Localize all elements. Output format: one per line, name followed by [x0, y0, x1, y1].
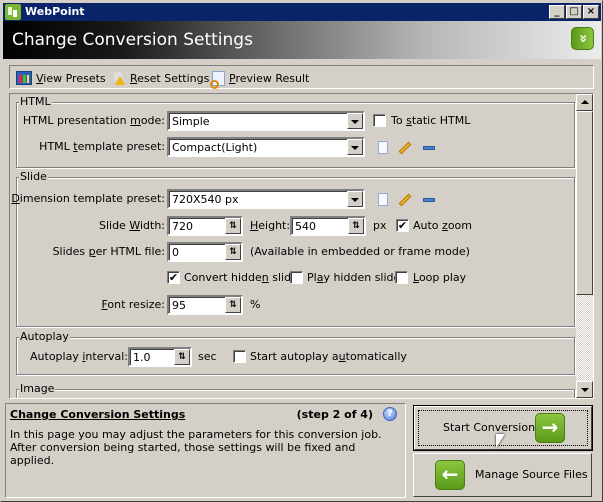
new-document-icon[interactable] [378, 141, 388, 154]
slides-per-file-value: 0 [172, 246, 179, 259]
manage-source-files-button[interactable]: ← Manage Source Files [413, 453, 592, 497]
new-document-icon[interactable] [378, 193, 388, 206]
presentation-mode-label: HTML presentation mode: [22, 114, 165, 127]
template-preset-label: HTML template preset: [39, 140, 165, 153]
font-resize-spinner[interactable]: 95 ⇅ [167, 295, 243, 315]
dropdown-arrow-icon[interactable] [347, 139, 363, 155]
font-resize-unit: % [250, 298, 261, 311]
start-autoplay-checkbox[interactable] [233, 350, 246, 363]
slides-per-file-note: (Available in embedded or frame mode) [250, 245, 470, 258]
dimension-preset-select[interactable]: 720X540 px [167, 189, 365, 209]
slides-per-file-spinner[interactable]: 0 ⇅ [167, 242, 243, 262]
manage-source-files-label: Manage Source Files [475, 468, 588, 481]
template-preset-select[interactable]: Compact(Light) [167, 137, 365, 157]
slide-group: Slide Dimension template preset: 720X540… [11, 170, 575, 327]
slide-width-spinner[interactable]: 720 ⇅ [167, 216, 243, 236]
settings-scroll-pane[interactable]: HTML HTML presentation mode: Simple To s… [9, 93, 594, 399]
html-group-legend: HTML [19, 95, 52, 108]
autoplay-group-legend: Autoplay [19, 330, 70, 343]
reset-warning-icon [110, 71, 126, 85]
scrollbar-thumb[interactable] [576, 111, 593, 295]
toolbar: View Presets Reset Settings Preview Resu… [9, 65, 594, 89]
webpoint-app-icon [5, 4, 21, 20]
slides-per-file-label: Slides per HTML file: [52, 245, 165, 258]
collapse-chevron-icon[interactable]: » [571, 27, 594, 50]
window-title: WebPoint [25, 5, 85, 18]
view-presets-button[interactable]: View Presets [16, 70, 106, 86]
spin-arrows-icon[interactable]: ⇅ [348, 218, 364, 234]
play-hidden-slides-label[interactable]: Play hidden slides [307, 271, 406, 284]
step-counter: (step 2 of 4) [296, 408, 373, 421]
height-label: Height: [250, 219, 291, 232]
auto-zoom-checkbox[interactable]: ✔ [396, 219, 409, 232]
play-hidden-slides-checkbox[interactable] [290, 271, 303, 284]
font-resize-value: 95 [172, 299, 186, 312]
title-bar[interactable]: WebPoint _ □ × [3, 3, 601, 21]
maximize-button[interactable]: □ [566, 5, 582, 19]
autoplay-group: Autoplay Autoplay interval: 1.0 ⇅ sec St… [16, 330, 575, 375]
height-unit: px [373, 219, 387, 232]
presentation-mode-value: Simple [172, 115, 210, 128]
scroll-down-arrow-icon[interactable] [576, 381, 593, 398]
arrow-left-icon: ← [435, 460, 465, 490]
convert-hidden-slides-checkbox[interactable]: ✔ [167, 271, 180, 284]
presentation-mode-select[interactable]: Simple [167, 111, 365, 131]
mouse-cursor-icon [496, 434, 505, 448]
spin-arrows-icon[interactable]: ⇅ [225, 297, 241, 313]
image-group: Image [16, 382, 575, 398]
autoplay-interval-unit: sec [198, 350, 217, 363]
auto-zoom-label[interactable]: Auto zoom [413, 219, 472, 232]
spin-arrows-icon[interactable]: ⇅ [225, 244, 241, 260]
template-preset-value: Compact(Light) [172, 141, 258, 154]
spin-arrows-icon[interactable]: ⇅ [174, 349, 190, 365]
pencil-edit-icon[interactable] [398, 193, 412, 207]
grid-icon [16, 71, 32, 85]
label: review Result [235, 71, 310, 85]
spin-arrows-icon[interactable]: ⇅ [225, 218, 241, 234]
font-resize-label: Font resize: [101, 298, 165, 311]
autoplay-interval-value: 1.0 [133, 351, 151, 364]
to-static-html-label[interactable]: To static HTML [391, 114, 470, 127]
reset-settings-button[interactable]: Reset Settings [110, 70, 209, 86]
html-group: HTML HTML presentation mode: Simple To s… [16, 95, 575, 168]
start-conversion-label: Start Conversion [443, 421, 536, 434]
pencil-edit-icon[interactable] [398, 141, 412, 155]
slide-width-label: Slide Width: [98, 219, 165, 232]
dropdown-arrow-icon[interactable] [347, 113, 363, 129]
dimension-preset-label: Dimension template preset: [11, 192, 165, 205]
loop-play-checkbox[interactable] [395, 271, 408, 284]
label: iew Presets [43, 71, 106, 85]
to-static-html-checkbox[interactable] [373, 114, 386, 127]
preview-icon [210, 70, 225, 89]
height-value: 540 [295, 220, 316, 233]
slide-width-value: 720 [172, 220, 193, 233]
page-header: Change Conversion Settings » [3, 21, 601, 59]
step-info-description: In this page you may adjust the paramete… [10, 428, 382, 467]
help-icon[interactable]: ? [383, 407, 397, 421]
height-spinner[interactable]: 540 ⇅ [290, 216, 366, 236]
loop-play-label[interactable]: Loop play [413, 271, 466, 284]
dropdown-arrow-icon[interactable] [347, 191, 363, 207]
close-button[interactable]: × [583, 5, 599, 19]
scroll-up-arrow-icon[interactable] [576, 94, 593, 111]
convert-hidden-slides-label[interactable]: Convert hidden slides [184, 271, 304, 284]
arrow-right-icon: → [535, 413, 565, 443]
image-group-legend: Image [19, 382, 56, 395]
remove-minus-icon[interactable] [423, 198, 435, 202]
start-autoplay-label[interactable]: Start autoplay automatically [250, 350, 407, 363]
app-window: WebPoint _ □ × Change Conversion Setting… [0, 0, 603, 502]
remove-minus-icon[interactable] [423, 146, 435, 150]
label: eset Settings [137, 71, 210, 85]
vertical-scrollbar[interactable] [576, 94, 593, 398]
step-info-panel: Change Conversion Settings (step 2 of 4)… [5, 403, 406, 498]
slide-group-legend: Slide [19, 170, 48, 183]
step-info-title: Change Conversion Settings [10, 408, 186, 421]
minimize-button[interactable]: _ [549, 5, 565, 19]
autoplay-interval-label: Autoplay interval: [30, 350, 128, 363]
page-title: Change Conversion Settings [12, 30, 253, 50]
dimension-preset-value: 720X540 px [172, 193, 239, 206]
autoplay-interval-spinner[interactable]: 1.0 ⇅ [128, 347, 192, 367]
preview-result-button[interactable]: Preview Result [210, 70, 310, 89]
